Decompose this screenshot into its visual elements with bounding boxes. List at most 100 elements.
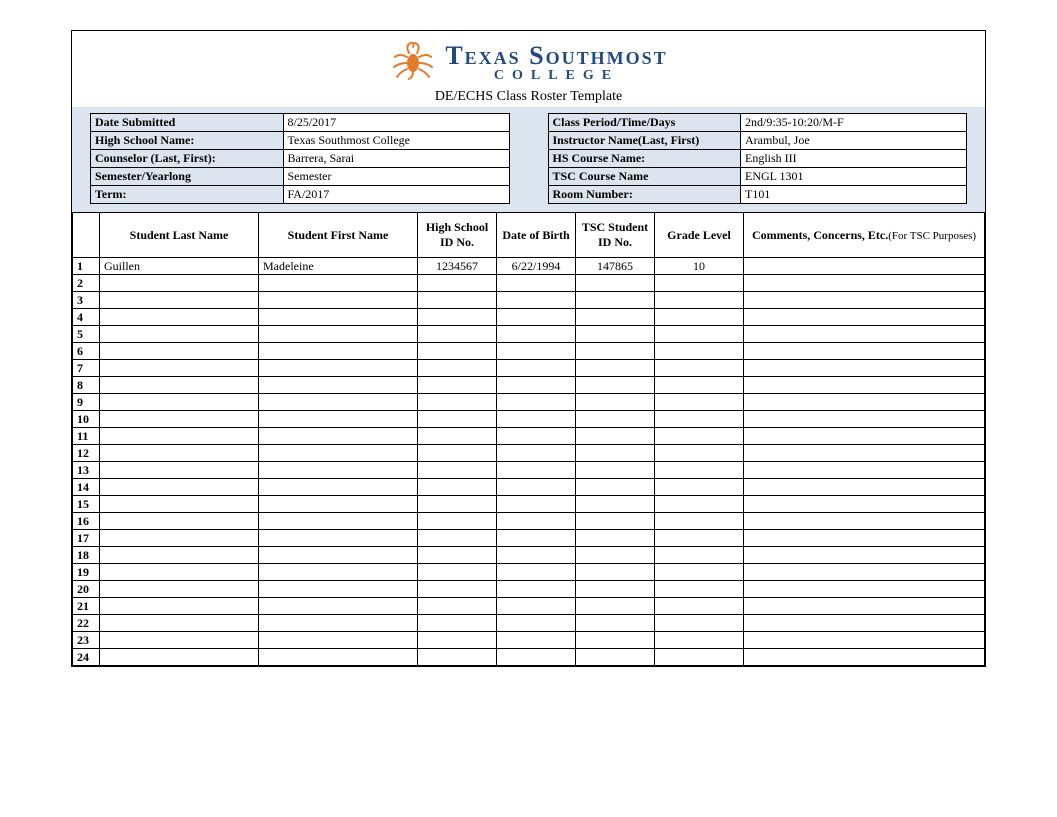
info-value: ENGL 1301 [741, 168, 967, 186]
cell-hs-id [418, 615, 497, 632]
cell-hs-id [418, 462, 497, 479]
cell-tsc-id [576, 462, 655, 479]
cell-first-name [259, 496, 418, 513]
document-title: DE/ECHS Class Roster Template [72, 89, 985, 105]
cell-last-name [100, 343, 259, 360]
cell-dob [497, 496, 576, 513]
cell-grade [655, 462, 744, 479]
cell-grade [655, 377, 744, 394]
cell-last-name [100, 632, 259, 649]
cell-grade [655, 632, 744, 649]
cell-last-name: Guillen [100, 258, 259, 275]
cell-dob [497, 428, 576, 445]
cell-grade: 10 [655, 258, 744, 275]
cell-dob [497, 394, 576, 411]
cell-last-name [100, 292, 259, 309]
cell-first-name [259, 564, 418, 581]
cell-hs-id [418, 326, 497, 343]
info-label: Counselor (Last, First): [91, 150, 284, 168]
cell-comments [744, 343, 985, 360]
table-row: 1GuillenMadeleine12345676/22/19941478651… [73, 258, 985, 275]
cell-first-name [259, 326, 418, 343]
cell-tsc-id [576, 564, 655, 581]
cell-hs-id [418, 343, 497, 360]
table-row: 2 [73, 275, 985, 292]
row-number: 11 [73, 428, 100, 445]
cell-first-name [259, 547, 418, 564]
table-row: 10 [73, 411, 985, 428]
cell-grade [655, 292, 744, 309]
table-row: 19 [73, 564, 985, 581]
cell-grade [655, 309, 744, 326]
info-value: Semester [283, 168, 509, 186]
row-number: 14 [73, 479, 100, 496]
info-value: FA/2017 [283, 186, 509, 204]
table-row: 7 [73, 360, 985, 377]
cell-first-name [259, 411, 418, 428]
info-row: Class Period/Time/Days2nd/9:35-10:20/M-F [548, 114, 967, 132]
cell-tsc-id [576, 292, 655, 309]
col-last-name: Student Last Name [100, 213, 259, 258]
info-label: TSC Course Name [548, 168, 741, 186]
cell-first-name [259, 394, 418, 411]
cell-hs-id [418, 649, 497, 666]
cell-tsc-id [576, 632, 655, 649]
cell-dob [497, 462, 576, 479]
col-dob: Date of Birth [497, 213, 576, 258]
info-value: 2nd/9:35-10:20/M-F [741, 114, 967, 132]
col-first-name: Student First Name [259, 213, 418, 258]
cell-first-name [259, 615, 418, 632]
info-row: TSC Course NameENGL 1301 [548, 168, 967, 186]
cell-tsc-id [576, 496, 655, 513]
info-value: Barrera, Sarai [283, 150, 509, 168]
info-value: Texas Southmost College [283, 132, 509, 150]
cell-comments [744, 513, 985, 530]
cell-grade [655, 615, 744, 632]
table-row: 24 [73, 649, 985, 666]
cell-last-name [100, 428, 259, 445]
cell-comments [744, 632, 985, 649]
cell-grade [655, 428, 744, 445]
row-number: 17 [73, 530, 100, 547]
cell-last-name [100, 462, 259, 479]
cell-grade [655, 496, 744, 513]
cell-tsc-id [576, 411, 655, 428]
cell-comments [744, 445, 985, 462]
header: Texas Southmost COLLEGE DE/ECHS Class Ro… [72, 31, 985, 107]
cell-tsc-id [576, 513, 655, 530]
cell-dob [497, 547, 576, 564]
cell-tsc-id [576, 309, 655, 326]
info-row: Term:FA/2017 [91, 186, 510, 204]
cell-last-name [100, 547, 259, 564]
row-number: 19 [73, 564, 100, 581]
info-row: High School Name:Texas Southmost College [91, 132, 510, 150]
cell-dob [497, 615, 576, 632]
cell-last-name [100, 377, 259, 394]
cell-first-name [259, 632, 418, 649]
cell-comments [744, 479, 985, 496]
cell-grade [655, 326, 744, 343]
cell-comments [744, 615, 985, 632]
cell-tsc-id [576, 615, 655, 632]
cell-hs-id [418, 547, 497, 564]
cell-hs-id [418, 598, 497, 615]
cell-tsc-id [576, 530, 655, 547]
table-row: 23 [73, 632, 985, 649]
cell-grade [655, 581, 744, 598]
cell-last-name [100, 513, 259, 530]
info-row: HS Course Name:English III [548, 150, 967, 168]
cell-tsc-id [576, 598, 655, 615]
row-number: 12 [73, 445, 100, 462]
cell-grade [655, 547, 744, 564]
row-number: 16 [73, 513, 100, 530]
col-comments-main: Comments, Concerns, Etc. [752, 228, 888, 242]
cell-first-name [259, 581, 418, 598]
cell-hs-id [418, 377, 497, 394]
cell-comments [744, 530, 985, 547]
cell-tsc-id [576, 547, 655, 564]
cell-comments [744, 258, 985, 275]
cell-first-name: Madeleine [259, 258, 418, 275]
cell-comments [744, 428, 985, 445]
cell-tsc-id [576, 428, 655, 445]
table-row: 12 [73, 445, 985, 462]
